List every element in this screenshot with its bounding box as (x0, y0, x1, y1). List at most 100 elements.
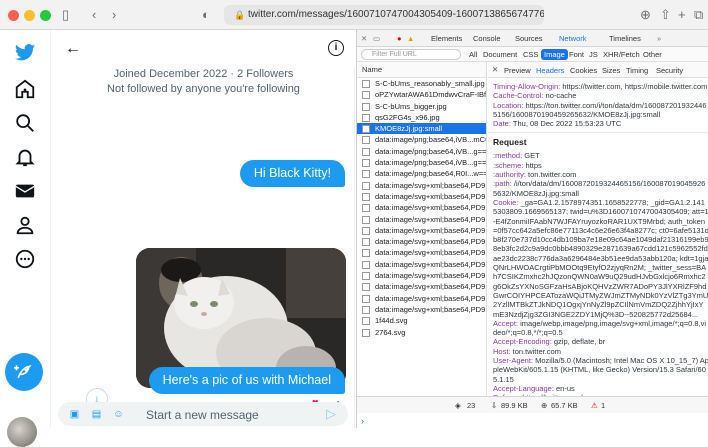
tab-sources[interactable]: Sources (515, 34, 543, 43)
error-count-icon: ⚠ (591, 401, 598, 410)
detail-tab-timing[interactable]: Timing (626, 66, 648, 75)
tab-timelines[interactable]: Timelines (609, 34, 641, 43)
request-row[interactable]: KMOE8zJj.jpg:small (357, 123, 486, 135)
header-value: GET (524, 151, 540, 161)
forward-nav-icon[interactable]: › (112, 7, 116, 23)
request-row[interactable]: data:image/svg+xml;base64,PD9...z4= (357, 270, 486, 281)
request-row[interactable]: data:image/svg+xml;base64,PD9...z4= (357, 293, 486, 304)
explore-icon[interactable] (14, 112, 36, 134)
request-row[interactable]: data:image/svg+xml;base64,PD9...z4= (357, 225, 486, 236)
profile-icon[interactable] (14, 214, 36, 236)
compose-tweet-button[interactable] (5, 353, 43, 391)
notifications-icon[interactable] (14, 146, 36, 168)
dock-icon[interactable]: ▭ (373, 34, 380, 43)
detail-tab-preview[interactable]: Preview (504, 66, 531, 75)
info-icon[interactable]: i (328, 40, 344, 56)
request-row[interactable]: data:image/png;base64,iVB...mCC (357, 134, 486, 145)
request-row[interactable]: S-C-bUms_reasonably_small.jpg (357, 78, 486, 89)
console-prompt-icon[interactable]: › (361, 416, 364, 426)
request-row[interactable]: data:image/svg+xml;base64,PD9...g== (357, 259, 486, 270)
request-row[interactable]: data:image/svg+xml;base64,PD9...g== (357, 281, 486, 292)
detail-tab-sizes[interactable]: Sizes (602, 66, 620, 75)
privacy-shield-icon[interactable]: ◐ (202, 7, 210, 23)
detail-tab-security[interactable]: Security (656, 66, 683, 75)
filter-xhr[interactable]: XHR/Fetch (603, 50, 640, 59)
back-nav-icon[interactable]: ‹ (92, 7, 96, 23)
request-row[interactable]: oPZYwtarAWA61DmdwvCraF-IBf4RkaS... (357, 89, 486, 100)
request-row[interactable]: data:image/svg+xml;base64,PD9...g== (357, 214, 486, 225)
header-key: Date: (493, 119, 511, 129)
request-row[interactable]: 1f44d.svg (357, 315, 486, 326)
request-row[interactable]: data:image/svg+xml;base64,PD9...g== (357, 202, 486, 213)
minimize-window-button[interactable] (24, 10, 35, 21)
more-icon[interactable] (14, 248, 36, 270)
error-icon[interactable]: ● (397, 34, 402, 43)
gif-icon[interactable]: ▤ (90, 408, 103, 421)
detail-tab-cookies[interactable]: Cookies (570, 66, 597, 75)
back-arrow-icon[interactable]: ← (65, 40, 81, 58)
header-row: User-Agent: Mozilla/5.0 (Macintosh; Inte… (488, 356, 708, 384)
address-bar[interactable]: 🔒 twitter.com/messages/16007107470043054… (224, 5, 544, 25)
request-row[interactable]: data:image/png;base64,R0I...w== (357, 168, 486, 179)
share-icon[interactable]: ⇧ (660, 7, 671, 23)
tab-network[interactable]: Network (559, 34, 587, 43)
header-row: :authority: ton.twitter.com (488, 170, 708, 179)
emoji-icon[interactable]: ☺ (112, 408, 125, 421)
request-row[interactable]: qsG2FG4s_x96.jpg (357, 112, 486, 123)
tab-overview-icon[interactable]: ⧉ (694, 7, 703, 23)
message-bubble[interactable]: Hi Black Kitty! (239, 160, 345, 187)
filter-other[interactable]: Other (643, 50, 662, 59)
name-column-header[interactable]: Name (357, 62, 486, 78)
not-followed-text: Not followed by anyone you're following (107, 83, 300, 95)
detail-tab-headers[interactable]: Headers (536, 66, 564, 75)
filter-image[interactable]: Image (541, 49, 568, 60)
tab-console[interactable]: Console (473, 34, 501, 43)
home-icon[interactable] (14, 78, 36, 100)
tab-elements[interactable]: Elements (431, 34, 462, 43)
resources-icon: ⊕ (541, 401, 548, 410)
header-key: Accept-Language: (493, 383, 554, 393)
image-file-icon (362, 147, 370, 156)
image-file-icon (362, 136, 370, 145)
filter-font[interactable]: Font (569, 50, 584, 59)
close-window-button[interactable] (8, 10, 19, 21)
filter-url-input[interactable]: Filter Full URL (361, 49, 461, 60)
request-name: oPZYwtarAWA61DmdwvCraF-IBf4RkaS... (375, 90, 486, 100)
messages-icon[interactable] (14, 180, 36, 202)
network-status-bar: ◈ 23 ⇩ 89.9 KB ⊕ 65.7 KB ⚠ 1 (357, 396, 708, 413)
request-row[interactable]: S-C-bUms_bigger.jpg (357, 101, 486, 112)
request-name: data:image/svg+xml;base64,PD9...mc+ (375, 180, 486, 190)
zoom-window-button[interactable] (40, 10, 51, 21)
filter-js[interactable]: JS (589, 50, 598, 59)
request-name: data:image/svg+xml;base64,PD9...z4= (375, 237, 486, 247)
request-row[interactable]: data:image/svg+xml;base64,PD9...z4= (357, 236, 486, 247)
message-bubble[interactable]: Here's a pic of us with Michael (148, 367, 345, 394)
request-row[interactable]: data:image/png;base64,iVB...g== (357, 146, 486, 157)
downloads-icon[interactable]: ⊕ (640, 7, 651, 23)
header-row: :scheme: https (488, 161, 708, 170)
request-name: data:image/svg+xml;base64,PD9...g== (375, 203, 486, 213)
new-tab-icon[interactable]: + (678, 7, 686, 23)
warning-icon[interactable]: ▲ (407, 34, 414, 43)
image-file-icon (362, 192, 370, 201)
request-name: data:image/svg+xml;base64,PD9...g== (375, 259, 486, 269)
close-detail-icon[interactable]: ✕ (492, 65, 498, 74)
request-row[interactable]: data:image/png;base64,iVB...g== (357, 157, 486, 168)
request-row[interactable]: data:image/svg+xml;base64,PD9...z4= (357, 304, 486, 315)
request-row[interactable]: data:image/svg+xml;base64,PD9...g== (357, 247, 486, 258)
filter-document[interactable]: Document (483, 50, 517, 59)
sidebar-toggle-icon[interactable]: ▯ (62, 7, 69, 23)
more-tabs-icon[interactable]: » (657, 34, 661, 43)
account-avatar[interactable] (7, 417, 37, 447)
header-key: :scheme: (493, 160, 524, 170)
filter-css[interactable]: CSS (523, 50, 538, 59)
close-inspector-icon[interactable]: ✕ (361, 34, 367, 43)
request-row[interactable]: data:image/svg+xml;base64,PD9...mc+ (357, 180, 486, 191)
message-input[interactable]: Start a new message (146, 408, 259, 422)
image-icon[interactable]: ▣ (68, 408, 81, 421)
send-icon[interactable]: ▷ (326, 406, 336, 422)
request-row[interactable]: 2764.svg (357, 327, 486, 338)
request-row[interactable]: data:image/svg+xml;base64,PD9...z4= (357, 191, 486, 202)
filter-all[interactable]: All (469, 50, 477, 59)
twitter-logo[interactable] (14, 42, 36, 64)
